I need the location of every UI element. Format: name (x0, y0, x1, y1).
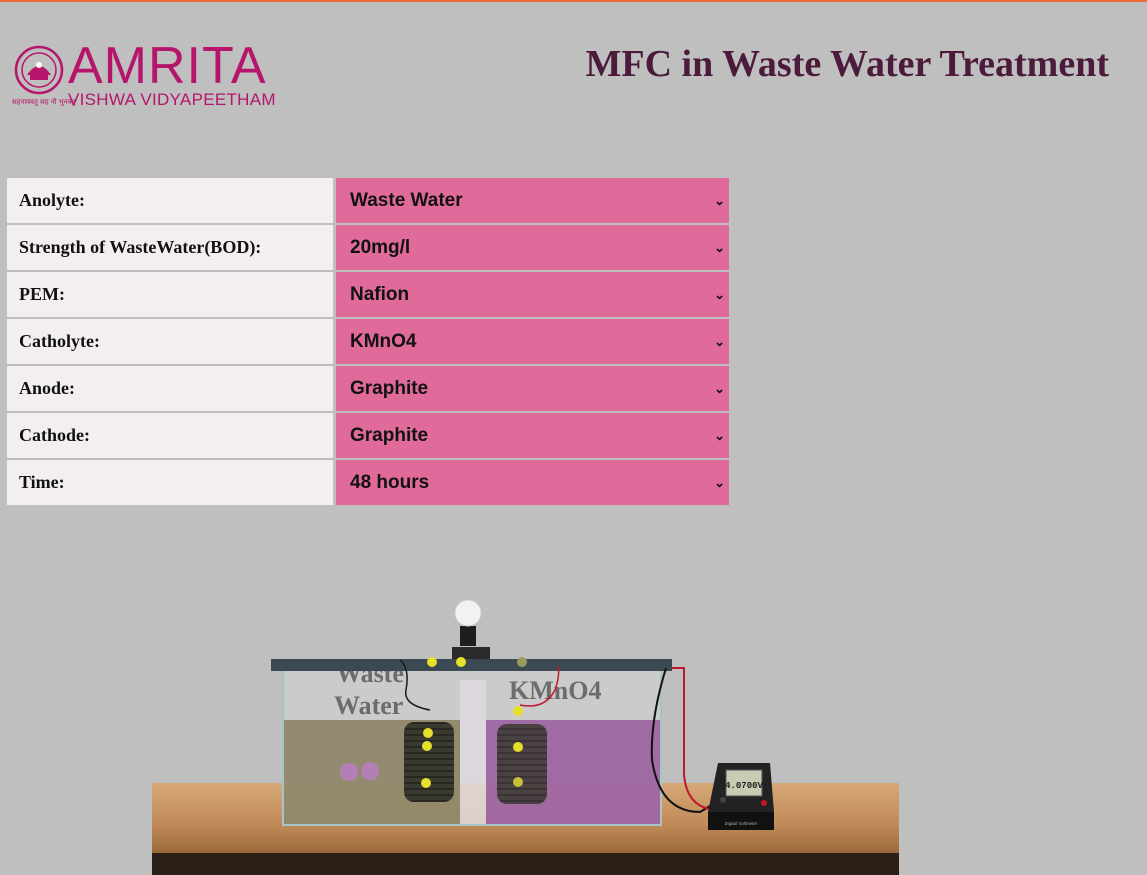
electron-icon (513, 742, 523, 752)
pem-select-value: Nafion (350, 284, 410, 305)
time-label: Time: (7, 460, 336, 505)
logo-subtitle: VISHWA VIDYAPEETHAM (68, 90, 276, 109)
anolyte-select[interactable]: Waste Water ⌄ (336, 178, 729, 223)
catholyte-label: Catholyte: (7, 319, 336, 364)
electron-icon (517, 657, 527, 667)
pem-label: PEM: (7, 272, 336, 317)
parameter-row-anode: Anode: Graphite ⌄ (7, 366, 729, 411)
parameter-row-strength: Strength of WasteWater(BOD): 20mg/l ⌄ (7, 225, 729, 270)
pem-select[interactable]: Nafion ⌄ (336, 272, 729, 317)
cathode-select-value: Graphite (350, 425, 429, 446)
chevron-down-icon: ⌄ (714, 475, 725, 490)
amrita-logo: AMRITA VISHWA VIDYAPEETHAM सहनाववतु सह न… (12, 37, 302, 115)
red-terminal-icon (761, 800, 767, 806)
anode-wire (399, 659, 431, 711)
voltmeter-caption: Digital Voltmeter (725, 821, 758, 826)
anode-electrode (404, 722, 454, 802)
logo-motto: सहनाववतु सह नौ भुनक्तु (12, 98, 76, 106)
black-terminal-icon (720, 797, 726, 803)
anolyte-label: Anolyte: (7, 178, 336, 223)
anode-select-value: Graphite (350, 378, 429, 399)
chevron-down-icon: ⌄ (714, 240, 725, 255)
top-accent-line (0, 0, 1147, 2)
electron-icon (421, 778, 431, 788)
bacteria-icon (340, 763, 358, 781)
cathode-label: Cathode: (7, 413, 336, 458)
anolyte-liquid (284, 720, 460, 824)
parameter-row-cathode: Cathode: Graphite ⌄ (7, 413, 729, 458)
chevron-down-icon: ⌄ (714, 334, 725, 349)
anode-chamber-label: Waste (336, 659, 404, 688)
electron-icon (427, 657, 437, 667)
electron-icon (513, 777, 523, 787)
table-edge (152, 853, 899, 875)
time-select-value: 48 hours (350, 472, 430, 493)
digital-voltmeter[interactable]: 4.0700V Digital Voltmeter (708, 763, 774, 830)
cathode-wire (519, 665, 560, 707)
tank-lid (271, 659, 672, 671)
logo-brand-text: AMRITA (68, 37, 267, 95)
parameter-row-pem: PEM: Nafion ⌄ (7, 272, 729, 317)
electron-icon (513, 706, 523, 716)
strength-label: Strength of WasteWater(BOD): (7, 225, 336, 270)
light-bulb-icon (452, 599, 490, 659)
chevron-down-icon: ⌄ (714, 287, 725, 302)
cathode-chamber-label: KMnO4 (509, 676, 601, 705)
catholyte-select[interactable]: KMnO4 ⌄ (336, 319, 729, 364)
voltmeter-reading: 4.0700V (725, 781, 763, 791)
mfc-tank (282, 669, 662, 826)
parameter-row-time: Time: 48 hours ⌄ (7, 460, 729, 505)
anode-label: Anode: (7, 366, 336, 411)
parameter-table: Anolyte: Waste Water ⌄ Strength of WasteW… (7, 176, 729, 507)
chevron-down-icon: ⌄ (714, 193, 725, 208)
catholyte-select-value: KMnO4 (350, 331, 417, 352)
page-title: MFC in Waste Water Treatment (585, 43, 1109, 85)
parameter-row-anolyte: Anolyte: Waste Water ⌄ (7, 178, 729, 223)
electron-icon (423, 728, 433, 738)
wooden-table (152, 783, 899, 853)
time-select[interactable]: 48 hours ⌄ (336, 460, 729, 505)
anode-chamber-label-2: Water (334, 691, 403, 720)
cathode-select[interactable]: Graphite ⌄ (336, 413, 729, 458)
pem-membrane (460, 680, 486, 824)
electron-icon (422, 741, 432, 751)
strength-select[interactable]: 20mg/l ⌄ (336, 225, 729, 270)
electron-icon (456, 657, 466, 667)
parameter-row-catholyte: Catholyte: KMnO4 ⌄ (7, 319, 729, 364)
anolyte-select-value: Waste Water (350, 190, 463, 211)
chevron-down-icon: ⌄ (714, 381, 725, 396)
chevron-down-icon: ⌄ (714, 428, 725, 443)
bacteria-icon (361, 762, 379, 780)
strength-select-value: 20mg/l (350, 237, 411, 258)
anode-select[interactable]: Graphite ⌄ (336, 366, 729, 411)
catholyte-liquid (486, 720, 660, 824)
amrita-seal-icon (14, 45, 64, 95)
cathode-electrode (497, 724, 547, 804)
